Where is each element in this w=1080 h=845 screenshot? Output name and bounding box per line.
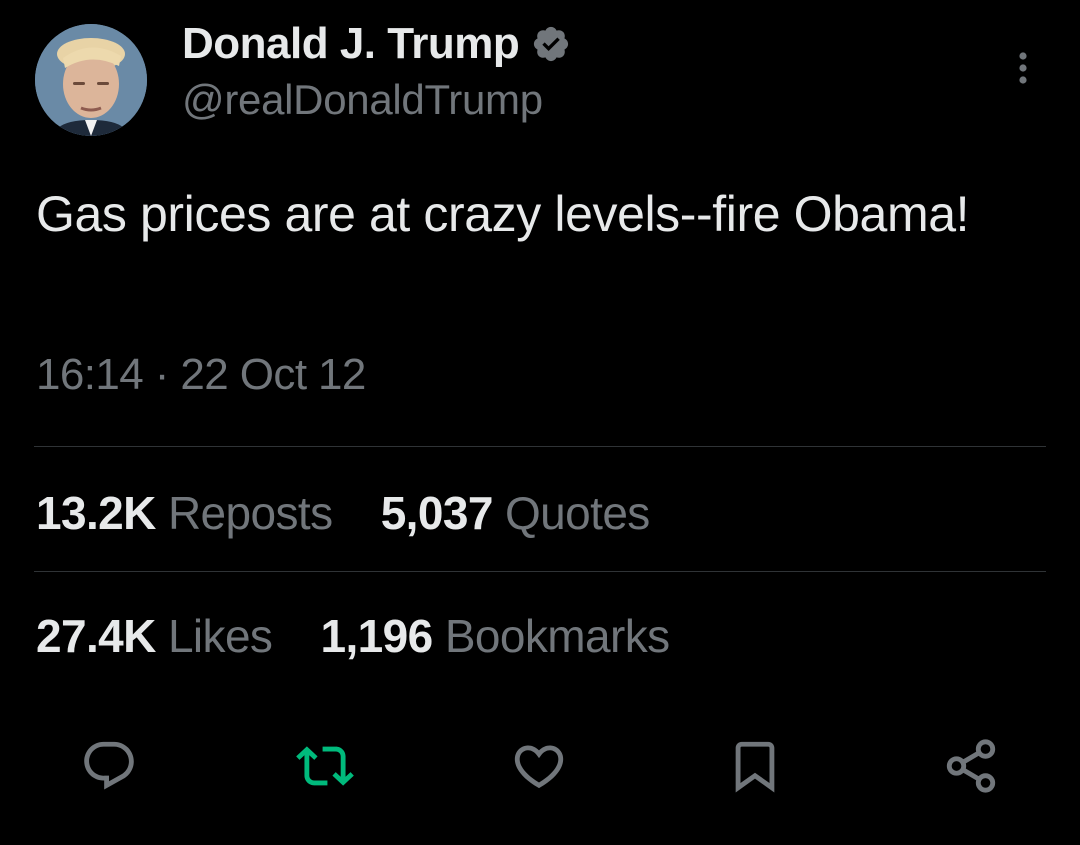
reply-icon[interactable] <box>80 737 138 795</box>
bookmarks-label: Bookmarks <box>444 610 670 662</box>
meta-separator: · <box>154 350 170 399</box>
avatar-image <box>35 24 147 136</box>
bookmark-icon[interactable] <box>726 737 784 795</box>
verified-badge-icon[interactable] <box>531 24 571 64</box>
reposts-label: Reposts <box>167 487 333 539</box>
tweet-time: 16:14 <box>36 350 144 399</box>
repost-icon[interactable] <box>296 737 354 795</box>
more-options-icon[interactable] <box>1005 50 1041 90</box>
share-icon[interactable] <box>942 737 1000 795</box>
bookmarks-stat[interactable]: 1,196 Bookmarks <box>320 609 671 663</box>
stats-row-reposts-quotes: 13.2K Reposts 5,037 Quotes <box>36 486 686 540</box>
stats-row-likes-bookmarks: 27.4K Likes 1,196 Bookmarks <box>36 609 706 663</box>
tweet-text: Gas prices are at crazy levels--fire Oba… <box>36 186 970 242</box>
likes-count: 27.4K <box>36 610 156 662</box>
display-name-row: Donald J. Trump <box>182 16 571 72</box>
tweet-date: 22 Oct 12 <box>180 350 366 399</box>
reposts-count: 13.2K <box>36 487 156 539</box>
author-info: Donald J. Trump @realDonaldTrump <box>182 16 571 124</box>
likes-label: Likes <box>167 610 273 662</box>
reposts-stat[interactable]: 13.2K Reposts <box>36 486 333 540</box>
display-name[interactable]: Donald J. Trump <box>182 19 520 69</box>
quotes-stat[interactable]: 5,037 Quotes <box>380 486 651 540</box>
avatar[interactable] <box>35 24 147 136</box>
divider <box>34 571 1046 572</box>
quotes-count: 5,037 <box>380 487 494 539</box>
heart-icon[interactable] <box>510 737 568 795</box>
tweet-timestamp[interactable]: 16:14 · 22 Oct 12 <box>36 350 366 400</box>
quotes-label: Quotes <box>505 487 650 539</box>
handle[interactable]: @realDonaldTrump <box>182 76 571 124</box>
divider <box>34 446 1046 447</box>
likes-stat[interactable]: 27.4K Likes <box>36 609 273 663</box>
bookmarks-count: 1,196 <box>320 610 434 662</box>
